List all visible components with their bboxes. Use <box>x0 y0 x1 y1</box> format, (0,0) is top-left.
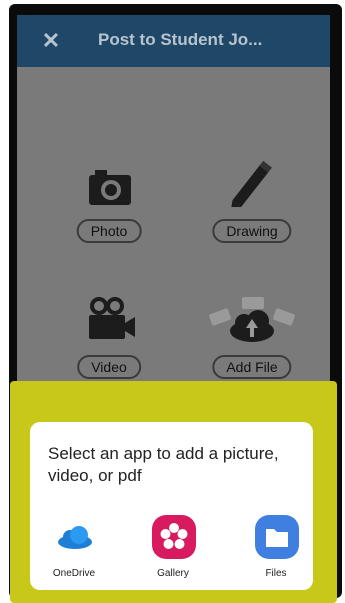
drawing-option[interactable]: Drawing <box>192 160 312 247</box>
cloud-upload-icon <box>192 295 312 347</box>
camera-icon <box>49 167 169 219</box>
add-file-label: Add File <box>212 355 292 379</box>
app-chooser-sheet: Select an app to add a picture, video, o… <box>30 422 313 590</box>
close-icon[interactable]: ✕ <box>39 29 63 53</box>
video-option[interactable]: Video <box>49 295 169 381</box>
gallery-label: Gallery <box>157 568 189 579</box>
photo-label: Photo <box>76 219 142 243</box>
video-camera-icon <box>49 295 169 347</box>
sheet-title: Select an app to add a picture, video, o… <box>48 444 279 485</box>
files-icon <box>254 514 300 560</box>
files-app[interactable]: Files <box>236 514 316 584</box>
pencil-icon <box>192 160 312 213</box>
photo-option[interactable]: Photo <box>49 167 169 247</box>
page-title: Post to Student Jo... <box>98 30 263 49</box>
onedrive-icon <box>52 514 98 560</box>
gallery-app[interactable]: Gallery <box>133 514 213 584</box>
onedrive-label: OneDrive <box>52 568 96 579</box>
drawing-label: Drawing <box>212 219 292 243</box>
video-label: Video <box>77 355 141 379</box>
onedrive-app[interactable]: OneDrive <box>34 514 114 584</box>
add-file-option[interactable]: Add File <box>192 295 312 381</box>
files-label: Files <box>265 568 287 579</box>
app-bar: ✕ Post to Student Jo... <box>17 15 330 67</box>
gallery-icon <box>151 514 197 560</box>
